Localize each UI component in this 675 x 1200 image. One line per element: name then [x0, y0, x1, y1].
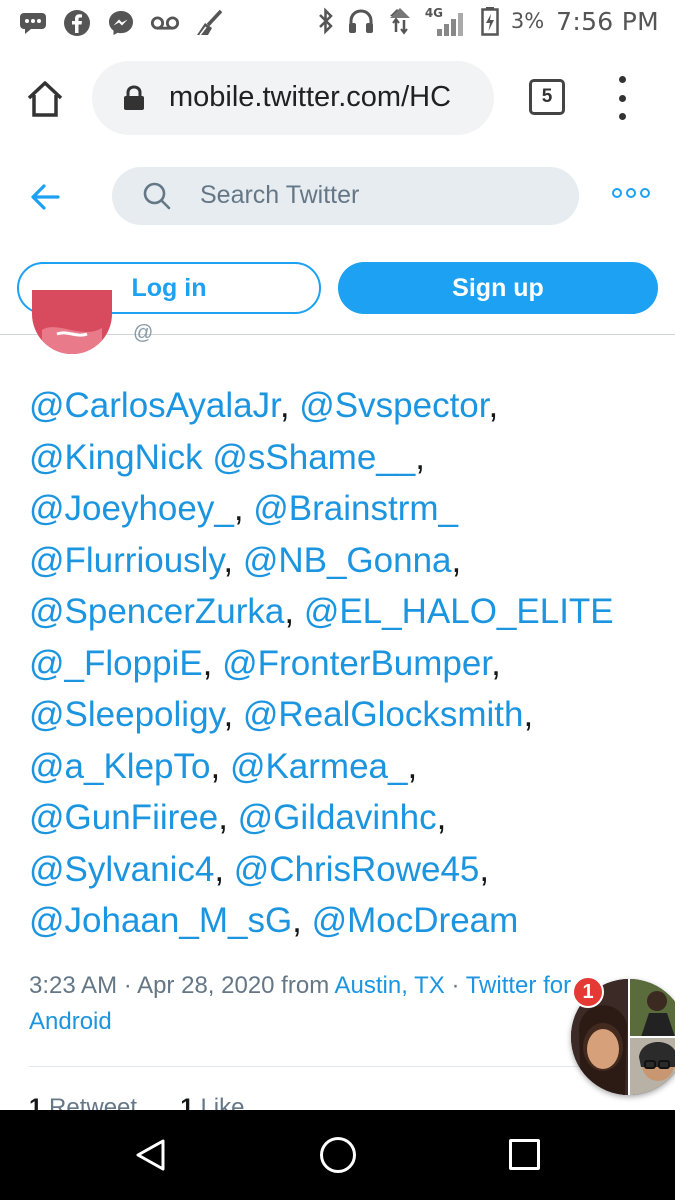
- meta-separator: ·: [117, 972, 138, 999]
- status-bar: 4G 3% 7:56 PM: [0, 0, 675, 46]
- home-button[interactable]: [22, 76, 68, 122]
- tweet-line: @Sylvanic4, @ChrisRowe45,: [29, 844, 669, 896]
- mention-link[interactable]: @Sleepoligy: [29, 695, 223, 734]
- mention-link[interactable]: @Gildavinhc: [238, 798, 437, 837]
- tweet-punctuation: ,: [523, 695, 534, 734]
- url-text: mobile.twitter.com/HC: [169, 81, 452, 113]
- mention-link[interactable]: @MocDream: [312, 901, 519, 940]
- search-placeholder: Search Twitter: [200, 181, 360, 209]
- search-icon: [143, 182, 171, 210]
- data-arrows-icon: [389, 8, 410, 35]
- address-bar[interactable]: mobile.twitter.com/HC: [92, 61, 494, 135]
- clock: 7:56 PM: [556, 6, 659, 36]
- author-avatar[interactable]: [32, 290, 112, 354]
- meta-from: from: [274, 972, 335, 999]
- divider: [29, 1066, 646, 1067]
- tweet-time[interactable]: 3:23 AM: [29, 972, 117, 999]
- author-handle[interactable]: @: [133, 322, 153, 345]
- mention-link[interactable]: @Johaan_M_sG: [29, 901, 292, 940]
- tweet-punctuation: ,: [415, 437, 425, 477]
- tweet-punctuation: ,: [491, 643, 501, 683]
- search-input[interactable]: Search Twitter: [112, 167, 579, 225]
- tweet-line: @Johaan_M_sG, @MocDream: [29, 895, 669, 947]
- browser-toolbar: mobile.twitter.com/HC 5: [0, 46, 675, 150]
- home-icon: [27, 81, 63, 117]
- mention-link[interactable]: @Brainstrm_: [253, 489, 458, 528]
- tweet-date[interactable]: Apr 28, 2020: [137, 972, 274, 999]
- broom-icon: [194, 8, 224, 38]
- mention-link[interactable]: @Sylvanic4: [29, 850, 214, 889]
- tweet-line: @Flurriously, @NB_Gonna,: [29, 535, 669, 587]
- nav-home-icon[interactable]: [320, 1137, 356, 1173]
- tweet-punctuation: ,: [223, 695, 243, 734]
- mention-link[interactable]: @RealGlocksmith: [243, 695, 524, 734]
- tweet-line: @_FloppiE, @FronterBumper,: [29, 638, 669, 690]
- message-icon: [18, 8, 48, 38]
- battery-percentage: 3%: [510, 9, 545, 33]
- tweet-punctuation: ,: [488, 386, 499, 425]
- notification-icons: [18, 8, 224, 38]
- mention-link[interactable]: @GunFiiree: [29, 798, 218, 837]
- tweet-punctuation: ,: [214, 849, 234, 889]
- tweet-punctuation: ,: [451, 540, 462, 580]
- meta-separator: ·: [444, 972, 466, 999]
- mention-link[interactable]: @FronterBumper: [222, 644, 491, 683]
- tweet-line: @a_KlepTo, @Karmea_,: [29, 741, 669, 793]
- mention-link[interactable]: @KingNick: [29, 438, 203, 477]
- mention-link[interactable]: @CarlosAyalaJr: [29, 386, 280, 425]
- mention-link[interactable]: @ChrisRowe45: [234, 850, 480, 889]
- tweet-punctuation: ,: [292, 901, 312, 940]
- signup-button[interactable]: Sign up: [338, 262, 658, 314]
- nav-recents-icon[interactable]: [509, 1139, 540, 1170]
- android-navigation-bar: [0, 1110, 675, 1200]
- tweet-metadata: 3:23 AM · Apr 28, 2020 from Austin, TX ·…: [29, 968, 629, 1040]
- mention-link[interactable]: @NB_Gonna: [243, 541, 452, 580]
- mention-link[interactable]: @Karmea_: [230, 747, 408, 786]
- tweet-punctuation: ,: [223, 540, 243, 580]
- tweet-text: @CarlosAyalaJr, @Svspector, @KingNick @sS…: [29, 380, 669, 947]
- mention-link[interactable]: @Svspector: [299, 386, 488, 425]
- tweet-line: @Sleepoligy, @RealGlocksmith,: [29, 689, 669, 741]
- messenger-icon: [106, 8, 136, 38]
- tweet-punctuation: ,: [479, 849, 490, 889]
- tweet-punctuation: [203, 438, 213, 477]
- nav-back-icon[interactable]: [134, 1138, 168, 1172]
- tweet-punctuation: ,: [436, 798, 447, 837]
- back-arrow-icon[interactable]: [28, 180, 62, 214]
- mention-link[interactable]: @Flurriously: [29, 541, 223, 580]
- tweet-punctuation: ,: [202, 643, 223, 683]
- battery-icon: [481, 7, 499, 36]
- tweet-punctuation: ,: [279, 386, 300, 425]
- chat-unread-badge: 1: [572, 976, 604, 1008]
- tweet-location-link[interactable]: Austin, TX: [335, 972, 445, 999]
- tweet-line: @KingNick @sShame__,: [29, 432, 669, 484]
- mention-link[interactable]: @Joeyhoey_: [29, 489, 234, 528]
- tweet-line: @GunFiiree, @Gildavinhc,: [29, 792, 669, 844]
- browser-menu-button[interactable]: [610, 76, 634, 120]
- tweet-line: @Joeyhoey_, @Brainstrm_: [29, 483, 669, 535]
- signal-icon: 4G: [425, 6, 469, 36]
- mention-link[interactable]: @SpencerZurka: [29, 592, 284, 631]
- lock-icon: [124, 85, 144, 110]
- mention-link[interactable]: @sShame__: [212, 438, 415, 477]
- headphones-icon: [348, 9, 373, 33]
- bluetooth-icon: [318, 7, 333, 35]
- tweet-line: @CarlosAyalaJr, @Svspector,: [29, 380, 669, 432]
- tweet-punctuation: ,: [218, 798, 238, 837]
- tweet-line: @SpencerZurka, @EL_HALO_ELITE: [29, 586, 669, 638]
- tweet-punctuation: ,: [284, 592, 304, 631]
- mention-link[interactable]: @EL_HALO_ELITE: [304, 592, 614, 631]
- more-options-icon[interactable]: [612, 188, 650, 202]
- facebook-icon: [62, 8, 92, 38]
- tweet-punctuation: ,: [233, 489, 254, 528]
- tweet-punctuation: ,: [407, 746, 418, 786]
- voicemail-icon: [150, 8, 180, 38]
- tweet-punctuation: ,: [210, 746, 230, 786]
- mention-link[interactable]: @a_KlepTo: [29, 747, 210, 786]
- mention-link[interactable]: @_FloppiE: [29, 644, 203, 683]
- tab-switcher-button[interactable]: 5: [529, 79, 565, 115]
- system-status: 4G 3% 7:56 PM: [317, 6, 659, 36]
